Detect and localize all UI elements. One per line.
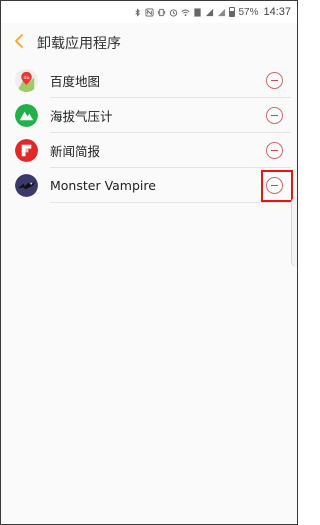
list-item: 海拔气压计 (1, 98, 297, 133)
app-name: 百度地图 (50, 74, 101, 89)
app-bar: 卸载应用程序 (1, 23, 297, 63)
uninstall-button[interactable] (266, 142, 283, 159)
battery-percent: 57% (238, 6, 259, 18)
uninstall-button[interactable] (266, 72, 283, 89)
signal-icon-2 (217, 8, 226, 17)
clock: 14:37 (263, 6, 291, 18)
sim-icon (193, 7, 202, 17)
page-title: 卸载应用程序 (37, 36, 121, 52)
altimeter-icon (15, 104, 38, 127)
list-item: Monster Vampire (1, 168, 297, 203)
back-button[interactable] (1, 23, 37, 63)
app-name: 海拔气压计 (50, 109, 113, 124)
wifi-icon (181, 8, 190, 17)
baidu-maps-icon: du (15, 69, 38, 92)
list-item: du 百度地图 (1, 63, 297, 98)
app-name: Monster Vampire (50, 178, 156, 193)
nfc-icon (145, 7, 155, 17)
chevron-left-icon (13, 33, 25, 53)
phone-screen: 57% 14:37 卸载应用程序 du 百度地图 海拔气压计 新闻简报 Mons… (0, 0, 298, 525)
list-item: 新闻简报 (1, 133, 297, 168)
edge-panel-handle[interactable] (291, 197, 297, 267)
battery-icon (229, 7, 236, 17)
uninstall-button[interactable] (266, 107, 283, 124)
vibrate-icon (157, 8, 166, 17)
svg-text:du: du (23, 75, 29, 81)
bluetooth-icon (133, 7, 142, 17)
flipboard-icon (15, 139, 38, 162)
app-name: 新闻简报 (50, 144, 101, 159)
divider (50, 202, 291, 203)
monster-vampire-icon (15, 174, 38, 197)
status-bar: 57% 14:37 (1, 1, 297, 23)
alarm-icon (169, 8, 178, 17)
highlight-box (261, 170, 293, 202)
app-list: du 百度地图 海拔气压计 新闻简报 Monster Vampire (1, 63, 297, 203)
signal-icon (205, 8, 214, 17)
